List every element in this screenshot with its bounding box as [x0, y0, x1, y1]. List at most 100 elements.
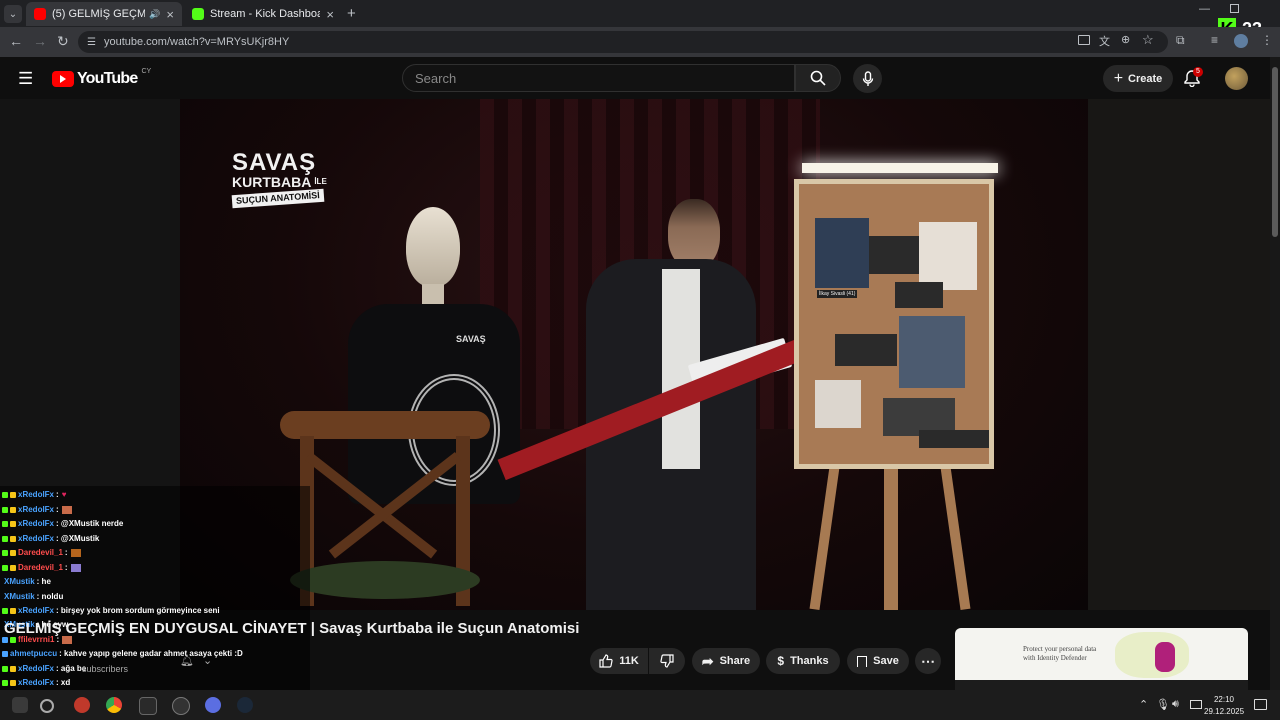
chat-message: xRedolFx: ağa be	[2, 664, 86, 674]
notification-bell-icon[interactable]: 🔔︎	[180, 654, 194, 667]
ad-bottom-bar	[955, 680, 1248, 690]
reload-icon[interactable]: ↻	[57, 33, 69, 50]
board-note-3	[835, 334, 897, 366]
close-tab-icon[interactable]: ×	[326, 7, 334, 22]
chrome-icon[interactable]	[106, 697, 122, 713]
share-icon: ➦	[701, 652, 714, 669]
dislike-button[interactable]	[649, 648, 685, 674]
cast-icon[interactable]	[1078, 35, 1090, 45]
ad-text-line2: with Identity Defender	[1023, 654, 1087, 662]
ad-illustration	[1115, 632, 1189, 678]
sidebar-ad[interactable]: Protect your personal data with Identity…	[955, 628, 1248, 690]
chevron-down-icon[interactable]: ⌄	[203, 654, 212, 667]
notification-badge: 5	[1193, 67, 1203, 77]
create-button[interactable]: + Create	[1103, 65, 1173, 92]
app-icon-5[interactable]	[205, 697, 221, 713]
extensions-icon[interactable]: ⧉	[1176, 33, 1185, 48]
kick-favicon-icon	[192, 8, 204, 20]
microphone-tray-icon[interactable]: 🎙︎	[1156, 698, 1170, 711]
more-icon: ⋯	[921, 652, 935, 669]
zoom-icon[interactable]: ⊕	[1121, 33, 1130, 46]
search-taskbar-icon[interactable]	[40, 699, 54, 713]
ad-text-line1: Protect your personal data	[1023, 645, 1097, 653]
taskbar-clock[interactable]: 22:10 29.12.2025	[1204, 694, 1244, 718]
show-logo-line2: KURTBABA	[232, 174, 312, 190]
account-avatar[interactable]	[1225, 67, 1248, 90]
start-windows-icon[interactable]	[12, 697, 28, 713]
windows-taskbar	[0, 690, 1280, 720]
back-arrow-icon[interactable]: ←	[9, 33, 23, 49]
hamburger-menu-icon[interactable]: ☰	[18, 69, 33, 89]
site-info-icon[interactable]: ☰	[87, 37, 96, 48]
new-tab-button[interactable]: +	[347, 5, 356, 22]
share-button[interactable]: ➦ Share	[692, 648, 760, 674]
plus-icon: +	[1113, 69, 1124, 87]
tab-search-button[interactable]: ⌄	[4, 5, 22, 23]
voice-search-button[interactable]	[853, 64, 882, 93]
emote-icon	[70, 549, 81, 557]
like-button[interactable]: 11K	[590, 648, 648, 674]
app-icon-1[interactable]	[74, 697, 90, 713]
app-icon-3[interactable]	[139, 697, 157, 715]
chat-message: Daredevil_1:	[2, 563, 81, 573]
save-button[interactable]: Save	[847, 648, 909, 674]
easel-leg-center	[884, 459, 898, 610]
video-right-bg	[1088, 99, 1270, 610]
notifications-button[interactable]: 5	[1184, 67, 1203, 92]
forward-arrow-icon[interactable]: →	[33, 33, 47, 49]
board-caption: İlkay Sivasli (41)	[817, 290, 858, 298]
chat-message: XMustik: he	[4, 577, 51, 586]
chat-message: xRedolFx: @XMustik nerde	[2, 519, 123, 529]
close-tab-icon[interactable]: ×	[166, 7, 174, 22]
search-icon	[810, 70, 826, 86]
url-text: youtube.com/watch?v=MRYsUKjr8HY	[103, 36, 290, 48]
network-tray-icon[interactable]	[1190, 700, 1202, 709]
board-photo-4	[815, 380, 861, 428]
chat-message: Daredevil_1:	[2, 548, 81, 558]
microphone-icon	[862, 70, 873, 86]
share-label: Share	[719, 655, 751, 667]
tray-chevron-icon[interactable]: ⌃	[1139, 698, 1148, 711]
country-code: CY	[141, 67, 152, 75]
bookmark-star-icon[interactable]: ☆	[1142, 32, 1154, 48]
restore-window-icon[interactable]	[1230, 4, 1239, 13]
speaker-tray-icon[interactable]: 🔊︎	[1172, 698, 1179, 711]
app-icon-4[interactable]	[172, 697, 190, 715]
tab-title: (5) GELMİŞ GEÇMİŞ EN DUY	[52, 8, 146, 20]
search-button[interactable]	[795, 64, 841, 92]
like-count: 11K	[619, 655, 639, 667]
emote-icon	[70, 564, 81, 572]
board-photo-3	[899, 316, 965, 388]
bookmark-icon	[857, 655, 868, 667]
scrollbar-thumb[interactable]	[1272, 67, 1278, 237]
profile-avatar[interactable]	[1234, 34, 1248, 48]
ad-illustration-person	[1155, 642, 1175, 672]
tab-youtube[interactable]: (5) GELMİŞ GEÇMİŞ EN DUY 🔊 ×	[26, 2, 182, 26]
tab-kick-dashboard[interactable]: Stream - Kick Dashboard ×	[184, 2, 342, 26]
video-title: GELMİŞ GEÇMİŞ EN DUYGUSAL CİNAYET | Sava…	[4, 620, 580, 637]
youtube-favicon-icon	[34, 8, 46, 20]
address-bar[interactable]: ☰ youtube.com/watch?v=MRYsUKjr8HY	[78, 31, 1168, 53]
minimize-window-icon[interactable]: —	[1199, 3, 1210, 15]
chat-message: xRedolFx: @XMustik	[2, 534, 99, 544]
board-note-4	[919, 430, 989, 448]
chat-message: xRedolFx: birşey yok brom sordum görmeyi…	[2, 606, 220, 616]
shirt-text: SAVAŞ	[456, 334, 486, 344]
reading-list-icon[interactable]: ≡	[1211, 33, 1218, 47]
youtube-logo[interactable]: YouTube CY	[52, 67, 152, 88]
show-logo-line3: İLE	[314, 177, 327, 186]
notification-center-icon[interactable]	[1254, 699, 1267, 710]
tab-title: Stream - Kick Dashboard	[210, 8, 321, 20]
show-logo-line4: SUÇUN ANATOMİSİ	[231, 188, 325, 209]
more-actions-button[interactable]: ⋯	[915, 648, 941, 674]
search-input[interactable]: Search	[402, 64, 795, 92]
thanks-button[interactable]: $ Thanks	[766, 648, 840, 674]
thumbs-up-icon	[599, 654, 613, 668]
video-scene: SAVAŞ KURTBABA İLE SUÇUN ANATOMİSİ SAVAŞ	[180, 99, 1088, 610]
translate-icon[interactable]: 文	[1099, 33, 1110, 49]
easel-leg-left	[809, 459, 841, 610]
browser-menu-icon[interactable]: ⋮	[1261, 33, 1273, 47]
board-note-1	[869, 236, 919, 274]
show-logo: SAVAŞ KURTBABA İLE SUÇUN ANATOMİSİ	[231, 151, 342, 209]
steam-icon[interactable]	[237, 697, 253, 713]
